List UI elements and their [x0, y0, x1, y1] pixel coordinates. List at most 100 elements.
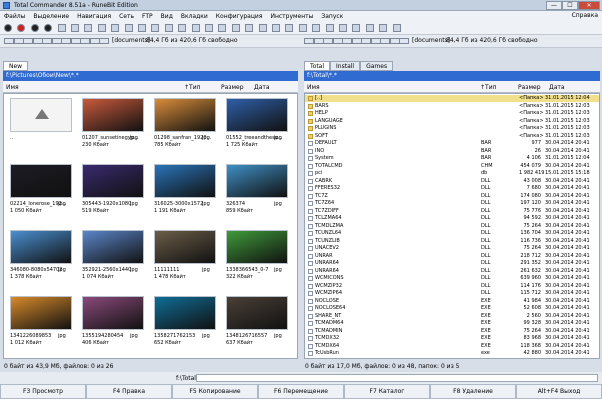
menu-item-ftp[interactable]: FTP [138, 13, 157, 20]
record-icon[interactable] [17, 24, 26, 32]
disk-icon[interactable] [325, 24, 334, 32]
thumbnail-item[interactable]: 1358271762153 jpg 652 Кбайт [152, 296, 218, 358]
left-drive-d-button[interactable] [23, 38, 33, 44]
maximize-button[interactable]: ☐ [562, 1, 578, 10]
folder-row[interactable]: PLUGINS <Папка> 31.01.2015 12:03 [305, 125, 599, 132]
f5-copy-button[interactable]: F5 Копирование [172, 384, 258, 399]
menu-item-files[interactable]: Файлы [0, 13, 29, 20]
tab-install[interactable]: Install [330, 61, 361, 71]
file-row[interactable]: UNRAR64 DLL 261 632 30.04.2014 20:41 [305, 268, 599, 275]
thumbnail-item[interactable]: 352921-2560x1440 jpg 1 074 Кбайт [80, 230, 146, 296]
file-row[interactable]: TCMDLZMA DLL 75 264 30.04.2014 20:41 [305, 223, 599, 230]
tab-new[interactable]: New [3, 61, 29, 71]
file-row[interactable]: CABRK DLL 43 008 30.04.2014 20:41 [305, 178, 599, 185]
right-drive-d-button[interactable] [323, 38, 333, 44]
file-row[interactable]: TCUNZL64 DLL 136 704 30.04.2014 20:41 [305, 230, 599, 237]
64-icon[interactable] [379, 24, 388, 32]
right-drive-a-button[interactable] [304, 38, 314, 44]
file-row[interactable]: TCLZMA64 DLL 94 592 30.04.2014 20:41 [305, 215, 599, 222]
thumbnail-item[interactable]: 305443-1920x1080 jpg 519 Кбайт [80, 164, 146, 230]
f4-edit-button[interactable]: F4 Правка [86, 384, 172, 399]
thumbnail-item[interactable]: 01552_treeandthesu... jpg 1 725 Кбайт [224, 98, 290, 164]
column-type[interactable]: ↑Тип [184, 84, 201, 91]
file-row[interactable]: NOCLOSE EXE 41 984 30.04.2014 20:41 [305, 298, 599, 305]
file-row[interactable]: TC7ZDIFF DLL 75 776 30.04.2014 20:41 [305, 208, 599, 215]
f7-mkdir-button[interactable]: F7 Каталог [344, 384, 430, 399]
left-drive-e-button[interactable] [32, 38, 43, 44]
file-row[interactable]: TCMADMIN EXE 75 264 30.04.2014 20:41 [305, 328, 599, 335]
menu-item-tools[interactable]: Инструменты [266, 13, 317, 20]
file-row[interactable]: SHARE_NT EXE 2 560 30.04.2014 20:41 [305, 313, 599, 320]
file-row[interactable]: WCMICONS DLL 639 960 30.04.2014 20:41 [305, 275, 599, 282]
right-drive-e-button[interactable] [332, 38, 343, 44]
right-drive-c-button[interactable] [313, 38, 324, 44]
column-size[interactable]: Размер [221, 84, 244, 91]
file-row[interactable]: TCMDX32 EXE 83 968 30.04.2014 20:41 [305, 335, 599, 342]
right-drive-k-button[interactable] [389, 38, 400, 44]
menu-item-config[interactable]: Конфигурация [212, 13, 267, 20]
column-date[interactable]: Дата [549, 84, 565, 91]
thumbnail-item[interactable]: 02214_lonerose_192... jpg 1 050 Кбайт [8, 164, 74, 230]
folder-row[interactable]: BARS <Папка> 31.01.2015 12:03 [305, 103, 599, 110]
unpack-icon[interactable] [231, 24, 240, 32]
menu-item-tabs[interactable]: Вкладки [177, 13, 212, 20]
menu-item-network[interactable]: Сеть [115, 13, 138, 20]
file-row[interactable]: TCUNZLIB DLL 116 736 30.04.2014 20:41 [305, 238, 599, 245]
folder-row[interactable]: SOFT <Папка> 31.01.2015 12:03 [305, 133, 599, 140]
left-drive-f-button[interactable] [42, 38, 52, 44]
menu-item-view[interactable]: Вид [157, 13, 177, 20]
right-drive-j-button[interactable] [380, 38, 390, 44]
sync-icon[interactable] [258, 24, 267, 32]
right-drive-l-button[interactable] [399, 38, 409, 44]
command-input[interactable] [196, 374, 598, 382]
thumbnail-item[interactable]: 316025-3000x1572 jpg 1 191 Кбайт [152, 164, 218, 230]
left-drive-l-button[interactable] [99, 38, 109, 44]
right-drive-i-button[interactable] [370, 38, 381, 44]
check-icon[interactable] [151, 24, 160, 32]
copy-icon[interactable] [312, 24, 321, 32]
file-row[interactable]: WCMZIP32 DLL 114 176 30.04.2014 20:41 [305, 283, 599, 290]
tab-total[interactable]: Total [304, 61, 331, 71]
record-icon[interactable] [4, 24, 12, 32]
f8-delete-button[interactable]: F8 Удаление [430, 384, 516, 399]
f3-view-button[interactable]: F3 Просмотр [0, 384, 86, 399]
file-row[interactable]: NOCLOSE64 EXE 52 608 30.04.2014 20:41 [305, 305, 599, 312]
left-drive-j-button[interactable] [80, 38, 90, 44]
close-button[interactable]: ✕ [578, 1, 600, 10]
view-icon[interactable] [84, 24, 93, 32]
thumbnail-item[interactable]: .. [8, 98, 74, 164]
right-drive-f-button[interactable] [342, 38, 352, 44]
right-path-bar[interactable]: f:\Total\*.* [304, 71, 600, 81]
file-row[interactable]: TCMDX64 EXE 118 368 30.04.2014 20:41 [305, 343, 599, 350]
tab-games[interactable]: Games [360, 61, 394, 71]
file-row[interactable]: INO BAR 26 30.04.2014 20:41 [305, 148, 599, 155]
left-file-panel[interactable]: .. 01207_sunsetinegyp... jpg 230 Кбайт 01298… [3, 93, 298, 359]
right-drive-g-button[interactable] [351, 38, 362, 44]
rename-icon[interactable] [285, 24, 294, 32]
grid-icon[interactable] [138, 24, 146, 32]
calc-icon[interactable] [365, 24, 374, 32]
compare-icon[interactable] [272, 24, 280, 32]
file-row[interactable]: TC7Z64 DLL 197 120 30.04.2014 20:41 [305, 200, 599, 207]
archive-icon[interactable] [205, 24, 213, 32]
pack-icon[interactable] [218, 24, 227, 32]
thumbnail-item[interactable]: 01207_sunsetinegyp... jpg 230 Кбайт [80, 98, 146, 164]
file-row[interactable]: TOTALCMD CHM 454 079 30.04.2014 20:41 [305, 163, 599, 170]
column-date[interactable]: Дата [254, 84, 270, 91]
folder-row[interactable]: [..] <Папка> 31.01.2015 12:04 [305, 95, 599, 102]
file-row[interactable]: UNRAR DLL 218 712 30.04.2014 20:41 [305, 253, 599, 260]
search-icon[interactable] [245, 24, 254, 32]
badge-icon[interactable] [392, 24, 401, 32]
record-icon[interactable] [44, 24, 53, 32]
left-drive-k-button[interactable] [89, 38, 100, 44]
folder-row[interactable]: LANGUAGE <Папка> 31.01.2015 12:03 [305, 118, 599, 125]
file-row[interactable]: pci db 1 982 419 15.01.2015 15:18 [305, 170, 599, 177]
left-path-bar[interactable]: f:\Pictures\Обои\New\*.* [3, 71, 298, 81]
menu-item-selection[interactable]: Выделение [29, 13, 73, 20]
left-drive-i-button[interactable] [70, 38, 81, 44]
menu-item-navigation[interactable]: Навигация [73, 13, 115, 20]
file-row[interactable]: WCMZIP64 DLL 115 712 30.04.2014 20:41 [305, 290, 599, 297]
thumbnail-item[interactable]: 1355194280454 jpg 406 Кбайт [80, 296, 146, 358]
thumbnail-item[interactable]: 326374 jpg 859 Кбайт [224, 164, 290, 230]
view-icon[interactable] [97, 24, 106, 32]
